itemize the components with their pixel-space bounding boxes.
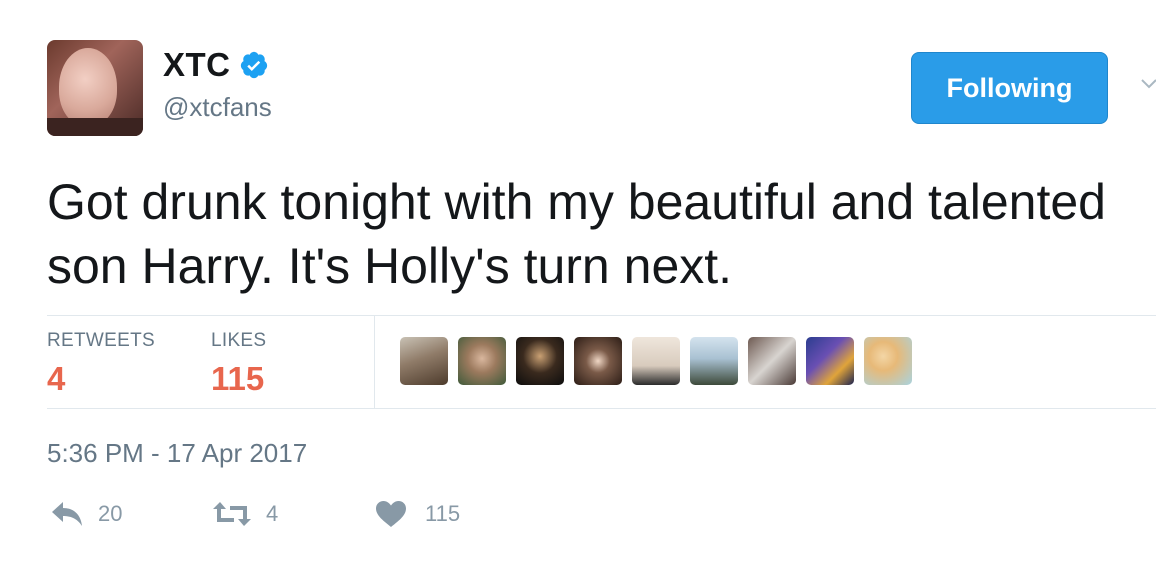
- retweets-value: 4: [47, 360, 66, 397]
- avatar[interactable]: [47, 40, 143, 136]
- liker-avatar[interactable]: [806, 337, 854, 385]
- reply-count: 20: [98, 501, 123, 526]
- avatar-face: [59, 48, 117, 126]
- avatar-shirt: [47, 118, 143, 136]
- stats-vertical-divider: [374, 316, 375, 408]
- liker-avatar[interactable]: [748, 337, 796, 385]
- retweet-button[interactable]: 4: [212, 500, 278, 528]
- liker-avatar[interactable]: [864, 337, 912, 385]
- user-handle[interactable]: @xtcfans: [163, 92, 272, 123]
- reply-icon: [52, 502, 82, 526]
- liker-avatars: [400, 337, 912, 385]
- stats-bottom-divider: [47, 408, 1156, 409]
- liker-avatar[interactable]: [400, 337, 448, 385]
- retweet-icon: [213, 502, 251, 526]
- liker-avatar[interactable]: [632, 337, 680, 385]
- liker-avatar[interactable]: [574, 337, 622, 385]
- likes-value: 115: [211, 360, 265, 397]
- likes-label: LIKES: [211, 330, 267, 351]
- retweet-count: 4: [266, 501, 279, 526]
- reply-button[interactable]: 20: [50, 500, 122, 528]
- heart-icon: [376, 501, 406, 527]
- user-name-row: XTC: [163, 46, 269, 84]
- retweets-stat[interactable]: RETWEETS 4: [47, 330, 155, 398]
- retweets-label: RETWEETS: [47, 330, 155, 351]
- likes-stat[interactable]: LIKES 115: [211, 330, 266, 398]
- liker-avatar[interactable]: [516, 337, 564, 385]
- like-button[interactable]: 115: [375, 500, 460, 528]
- verified-badge-icon: [240, 51, 267, 79]
- tweet-text: Got drunk tonight with my beautiful and …: [47, 174, 1106, 294]
- following-button[interactable]: Following: [911, 52, 1108, 124]
- chevron-down-icon[interactable]: [1140, 76, 1156, 94]
- like-count: 115: [425, 501, 461, 526]
- tweet-timestamp[interactable]: 5:36 PM - 17 Apr 2017: [47, 438, 307, 469]
- stats-top-divider: [47, 315, 1156, 316]
- liker-avatar[interactable]: [690, 337, 738, 385]
- liker-avatar[interactable]: [458, 337, 506, 385]
- display-name[interactable]: XTC: [163, 46, 231, 84]
